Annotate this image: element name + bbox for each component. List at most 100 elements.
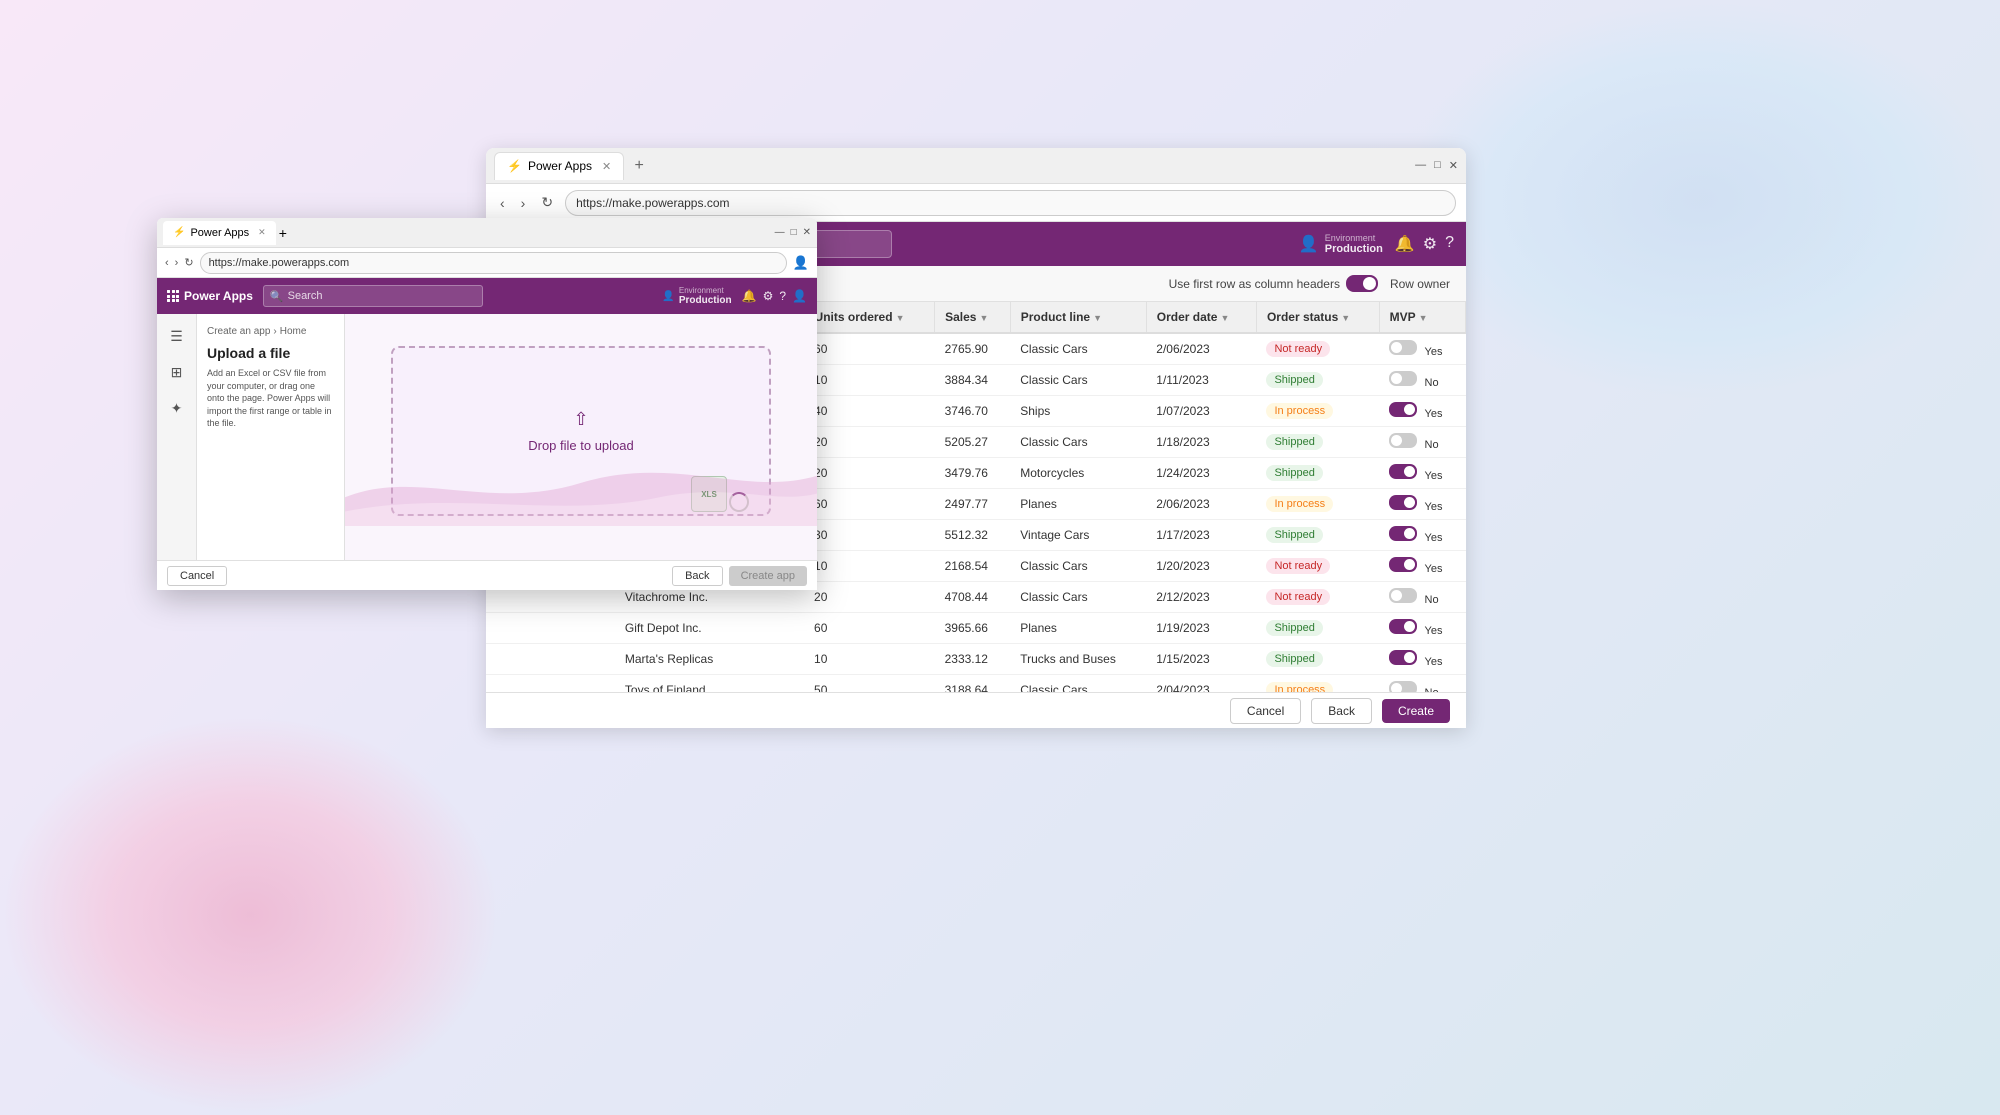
cell-product-line: Planes [1010, 613, 1146, 644]
mvp-value: Yes [1425, 656, 1443, 668]
cell-order-date: 2/06/2023 [1146, 489, 1256, 520]
address-bar-back: ‹ › ↻ https://make.powerapps.com [486, 184, 1466, 222]
back-button-front[interactable]: Back [672, 566, 722, 586]
cell-mvp[interactable]: Yes [1379, 458, 1465, 489]
mvp-toggle[interactable] [1389, 681, 1417, 692]
back-button-back[interactable]: Back [1311, 698, 1372, 724]
tab-powerapps-front[interactable]: ⚡ Power Apps ✕ [163, 221, 276, 245]
inner-waffle-icon [167, 290, 179, 302]
notif-icon-back[interactable]: 🔔 [1395, 234, 1415, 254]
mvp-toggle[interactable] [1389, 464, 1417, 479]
nav-forward-back[interactable]: › [517, 193, 530, 213]
address-input-back[interactable]: https://make.powerapps.com [565, 190, 1456, 216]
cancel-button-front[interactable]: Cancel [167, 566, 227, 586]
help-icon-back[interactable]: ? [1445, 234, 1454, 254]
cell-star[interactable] [578, 675, 615, 693]
cell-mvp[interactable]: Yes [1379, 644, 1465, 675]
cell-star[interactable] [578, 613, 615, 644]
tab-favicon-front: ⚡ [173, 227, 185, 238]
user-icon-front[interactable]: 👤 [793, 255, 809, 271]
cell-status: In process [1256, 489, 1379, 520]
win-minimize-front[interactable]: — [775, 227, 785, 238]
inner-notif-icon[interactable]: 🔔 [742, 289, 757, 303]
cell-mvp[interactable]: No [1379, 365, 1465, 396]
tab-add-front[interactable]: + [279, 225, 287, 241]
create-button-back[interactable]: Create [1382, 699, 1450, 723]
tab-powerapps-back[interactable]: ⚡ Power Apps ✕ [494, 152, 624, 180]
nav-back-back[interactable]: ‹ [496, 193, 509, 213]
tab-close-back[interactable]: ✕ [602, 160, 611, 173]
sidebar-icon-apps[interactable]: ✦ [163, 394, 191, 422]
win-close-back[interactable]: ✕ [1449, 159, 1458, 172]
breadcrumb: Create an app › Home [207, 326, 334, 337]
cell-star[interactable] [578, 644, 615, 675]
cell-units: 10 [804, 644, 935, 675]
first-row-toggle[interactable] [1346, 275, 1378, 292]
settings-icon-back[interactable]: ⚙ [1423, 234, 1437, 254]
cell-sales: 5512.32 [935, 520, 1011, 551]
mvp-toggle[interactable] [1389, 433, 1417, 448]
cell-mvp[interactable]: Yes [1379, 551, 1465, 582]
tab-bar-front: ⚡ Power Apps ✕ + — □ ✕ [157, 218, 817, 248]
cell-mvp[interactable]: Yes [1379, 489, 1465, 520]
cell-status: Not ready [1256, 582, 1379, 613]
mvp-toggle[interactable] [1389, 340, 1417, 355]
url-text-front: https://make.powerapps.com [209, 257, 350, 269]
nav-refresh-back[interactable]: ↻ [537, 192, 557, 213]
mvp-toggle[interactable] [1389, 588, 1417, 603]
table-row: Marta's Replicas 10 2333.12 Trucks and B… [486, 644, 1466, 675]
cell-mvp[interactable]: Yes [1379, 333, 1465, 365]
col-order-status[interactable]: Order status▼ [1256, 302, 1379, 333]
inner-main: Create an app › Home Upload a file Add a… [197, 314, 817, 560]
tab-add-back[interactable]: + [628, 155, 650, 177]
col-units[interactable]: Units ordered▼ [804, 302, 935, 333]
cell-units: 10 [804, 551, 935, 582]
cell-mvp[interactable]: Yes [1379, 520, 1465, 551]
inner-env-name: Production [679, 295, 732, 306]
icon-btns-back: 🔔 ⚙ ? [1395, 234, 1454, 254]
cell-order-date: 1/19/2023 [1146, 613, 1256, 644]
inner-user-avatar[interactable]: 👤 [792, 289, 807, 303]
sidebar-icon-home[interactable]: ⊞ [163, 358, 191, 386]
tab-close-front[interactable]: ✕ [258, 227, 266, 238]
win-maximize-front[interactable]: □ [791, 227, 797, 238]
mvp-toggle[interactable] [1389, 557, 1417, 572]
cell-product-line: Trucks and Buses [1010, 644, 1146, 675]
mvp-toggle[interactable] [1389, 495, 1417, 510]
cell-sales: 3746.70 [935, 396, 1011, 427]
cell-mvp[interactable]: Yes [1379, 396, 1465, 427]
inner-settings-icon[interactable]: ⚙ [763, 289, 774, 303]
cell-order-date: 1/15/2023 [1146, 644, 1256, 675]
cell-product-line: Classic Cars [1010, 551, 1146, 582]
cell-mvp[interactable]: No [1379, 427, 1465, 458]
file-spinner [729, 492, 749, 512]
win-maximize-back[interactable]: □ [1434, 159, 1441, 172]
col-sales[interactable]: Sales▼ [935, 302, 1011, 333]
cell-mvp[interactable]: No [1379, 582, 1465, 613]
cancel-button-back[interactable]: Cancel [1230, 698, 1301, 724]
nav-refresh-front[interactable]: ↻ [184, 256, 193, 269]
cell-mvp[interactable]: No [1379, 675, 1465, 693]
inner-help-icon[interactable]: ? [779, 289, 786, 303]
cell-sales: 3479.76 [935, 458, 1011, 489]
col-mvp[interactable]: MVP▼ [1379, 302, 1465, 333]
nav-forward-front[interactable]: › [175, 257, 179, 269]
sidebar-icon-menu[interactable]: ☰ [163, 322, 191, 350]
cell-sales: 2333.12 [935, 644, 1011, 675]
mvp-toggle[interactable] [1389, 371, 1417, 386]
win-close-front[interactable]: ✕ [803, 227, 811, 238]
win-minimize-back[interactable]: — [1415, 159, 1426, 172]
mvp-toggle[interactable] [1389, 526, 1417, 541]
inner-pa-search[interactable]: 🔍 Search [263, 285, 483, 307]
cell-mvp[interactable]: Yes [1379, 613, 1465, 644]
address-input-front[interactable]: https://make.powerapps.com [200, 252, 787, 274]
mvp-toggle[interactable] [1389, 619, 1417, 634]
mvp-toggle[interactable] [1389, 650, 1417, 665]
create-button-front[interactable]: Create app [729, 566, 807, 586]
inner-pa-logo: Power Apps [167, 289, 253, 303]
col-order-date[interactable]: Order date▼ [1146, 302, 1256, 333]
mvp-toggle[interactable] [1389, 402, 1417, 417]
cell-order-date: 1/20/2023 [1146, 551, 1256, 582]
nav-back-front[interactable]: ‹ [165, 257, 169, 269]
col-product-line[interactable]: Product line▼ [1010, 302, 1146, 333]
